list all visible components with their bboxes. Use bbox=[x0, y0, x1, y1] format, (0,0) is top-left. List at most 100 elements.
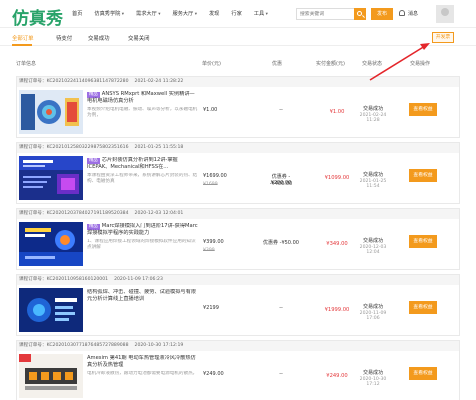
course-title[interactable]: Amesim 第41期 电动车热管理液冷风冷散热仿真分析及热管理 bbox=[87, 355, 199, 369]
course-thumbnail[interactable] bbox=[19, 90, 83, 134]
status-date: 2020-11-09 17:06 bbox=[359, 311, 387, 321]
order-time: 2021-02-24 11:28:22 bbox=[134, 79, 184, 84]
view-rights-button[interactable]: 查看权益 bbox=[409, 103, 437, 116]
col-operation: 交易操作 bbox=[410, 61, 431, 67]
table-header: 订单信息 单价(元) 优惠 实付金额(元) 交易状态 交易操作 bbox=[16, 58, 460, 68]
status-text: 交易成功 bbox=[362, 238, 383, 244]
original-price: ¥399 bbox=[203, 248, 215, 253]
unit-price: ¥249.00 bbox=[203, 371, 224, 377]
paid-amount: ¥249.00 bbox=[326, 373, 348, 379]
col-unit-price: 单价(元) bbox=[202, 61, 221, 67]
nav-home[interactable]: 首页 bbox=[72, 10, 82, 17]
order-head: 课程订单号：KC20210224114096381147872280 2021-0… bbox=[17, 77, 459, 87]
status-text: 交易成功 bbox=[362, 106, 383, 112]
search-button[interactable] bbox=[354, 8, 366, 20]
nav-service-hall[interactable]: 服务大厅 bbox=[173, 10, 197, 17]
tab-all-orders[interactable]: 全部订单 bbox=[12, 34, 34, 42]
status-text: 交易成功 bbox=[362, 370, 383, 376]
unit-price: ¥1.00 bbox=[203, 107, 218, 113]
user-avatar[interactable] bbox=[436, 5, 454, 23]
order-row: 课程订单号：KC20201203784027191189520384 2020-1… bbox=[16, 208, 460, 270]
search-input[interactable] bbox=[297, 9, 359, 19]
course-info: 精品 芯片封装仿真分析讲到12讲-掌握ICEPAK、Mechanical和HFSS… bbox=[87, 157, 199, 191]
status-date: 2020-12-03 12:04 bbox=[359, 245, 387, 255]
discount-extra: -¥400.00 bbox=[269, 181, 293, 187]
order-time: 2020-11-09 17:06:23 bbox=[114, 277, 163, 282]
order-head: 课程订单号：KC2020110958160120001 2020-11-09 17… bbox=[17, 275, 459, 285]
paid-amount: ¥1999.00 bbox=[324, 307, 350, 313]
order-head: 课程订单号：KC20201030771876485727889088 2020-1… bbox=[17, 341, 459, 351]
invoice-button[interactable]: 开发票 bbox=[432, 32, 454, 43]
view-rights-button[interactable]: 查看权益 bbox=[409, 301, 437, 314]
unit-price: ¥1699.00 bbox=[203, 173, 227, 179]
status-date: 2020-10-30 17:12 bbox=[359, 377, 387, 387]
status-text: 交易成功 bbox=[362, 304, 383, 310]
view-rights-button[interactable]: 查看权益 bbox=[409, 169, 437, 182]
main-nav: 首页 仿真秀学院 需求大厅 服务大厅 发现 行家 工具 bbox=[72, 10, 280, 17]
paid-amount: ¥1.00 bbox=[329, 109, 345, 115]
tab-pending-payment[interactable]: 待支付 bbox=[56, 34, 72, 42]
course-thumbnail[interactable] bbox=[19, 354, 83, 398]
nav-academy[interactable]: 仿真秀学院 bbox=[94, 10, 124, 17]
unit-price: ¥2199 bbox=[203, 305, 219, 311]
course-desc: 1、课程应用焊接工程领域的焊接模拟软件应用的知识点讲解 bbox=[87, 239, 196, 250]
course-info: 结构弧焊、冲击、碰撞、疲劳、试验模拟与有限元分析计算线上直播培训 bbox=[87, 289, 199, 323]
course-thumbnail[interactable] bbox=[19, 156, 83, 200]
course-info: 精品 Marc焊接模拟入门到进阶17讲-获得Marc焊接模拟学程序的实践能力 1、… bbox=[87, 223, 199, 257]
order-head: 课程订单号：KC20201203784027191189520384 2020-1… bbox=[17, 209, 459, 219]
nav-demand-hall[interactable]: 需求大厅 bbox=[136, 10, 160, 17]
active-tab-indicator bbox=[12, 44, 32, 46]
order-number: 课程订单号：KC20201203784027191189520384 bbox=[19, 211, 129, 216]
site-logo[interactable]: 仿真秀 bbox=[12, 4, 63, 29]
col-paid: 实付金额(元) bbox=[316, 61, 345, 67]
top-header: 仿真秀 首页 仿真秀学院 需求大厅 服务大厅 发现 行家 工具 发布 消息 bbox=[0, 0, 476, 29]
nav-experts[interactable]: 行家 bbox=[231, 10, 241, 17]
course-desc: 电机冷却液散热，跟动力电池都需要电源电机的散热， bbox=[87, 371, 198, 376]
order-time: 2020-10-30 17:12:19 bbox=[134, 343, 184, 348]
status-text: 交易成功 bbox=[362, 172, 383, 178]
course-info: 精品 ANSYS RMxprt 和Maxwell 实例精讲—电机电磁场仿真分析 本… bbox=[87, 91, 199, 125]
view-rights-button[interactable]: 查看权益 bbox=[409, 235, 437, 248]
nav-tools[interactable]: 工具 bbox=[254, 10, 268, 17]
status-date: 2021-01-25 11:54 bbox=[359, 179, 387, 189]
search-icon bbox=[357, 11, 362, 16]
order-row: 课程订单号：KC20210224114096381147872280 2021-0… bbox=[16, 76, 460, 138]
course-thumbnail[interactable] bbox=[19, 222, 83, 266]
paid-amount: ¥349.00 bbox=[326, 241, 348, 247]
discount: -- bbox=[279, 305, 283, 311]
discount: -- bbox=[279, 107, 283, 113]
discount: -- bbox=[279, 371, 283, 377]
order-number: 课程订单号：KC20210224114096381147872280 bbox=[19, 79, 129, 84]
course-title[interactable]: 精品 芯片封装仿真分析讲到12讲-掌握ICEPAK、Mechanical和HFSS… bbox=[87, 157, 199, 171]
order-time: 2021-01-25 11:55:18 bbox=[134, 145, 184, 150]
course-thumbnail[interactable] bbox=[19, 288, 83, 332]
tab-completed[interactable]: 交易成功 bbox=[88, 34, 110, 42]
nav-discover[interactable]: 发现 bbox=[209, 10, 219, 17]
release-button[interactable]: 发布 bbox=[371, 8, 393, 20]
discount: 优惠券 -¥50.00 bbox=[263, 240, 299, 246]
paid-amount: ¥1099.00 bbox=[324, 175, 350, 181]
order-row: 课程订单号：KC20201030771876485727889088 2020-1… bbox=[16, 340, 460, 400]
unit-price: ¥399.00 bbox=[203, 239, 224, 245]
bell-icon[interactable] bbox=[399, 10, 405, 16]
original-price: ¥1699 bbox=[203, 182, 218, 187]
tab-closed[interactable]: 交易关闭 bbox=[128, 34, 150, 42]
course-info: Amesim 第41期 电动车热管理液冷风冷散热仿真分析及热管理 电机冷却液散热… bbox=[87, 355, 199, 389]
status-date: 2021-02-24 11:28 bbox=[359, 113, 387, 123]
order-number: 课程订单号：KC20210125803229875802351616 bbox=[19, 145, 129, 150]
order-time: 2020-12-03 12:04:01 bbox=[134, 211, 184, 216]
order-row: 课程订单号：KC2020110958160120001 2020-11-09 17… bbox=[16, 274, 460, 336]
course-desc bbox=[87, 305, 199, 323]
order-row: 课程订单号：KC20210125803229875802351616 2021-0… bbox=[16, 142, 460, 204]
messages-link[interactable]: 消息 bbox=[408, 10, 418, 17]
course-title[interactable]: 精品 Marc焊接模拟入门到进阶17讲-获得Marc焊接模拟学程序的实践能力 bbox=[87, 223, 199, 237]
col-order-info: 订单信息 bbox=[16, 61, 37, 67]
order-number: 课程订单号：KC20201030771876485727889088 bbox=[19, 343, 129, 348]
course-title[interactable]: 精品 ANSYS RMxprt 和Maxwell 实例精讲—电机电磁场仿真分析 bbox=[87, 91, 199, 105]
course-desc: 本课程由资深工程师带来，系统讲解芯片封装的热、结构、电磁仿真 bbox=[87, 173, 198, 184]
order-tabs: 全部订单 待支付 交易成功 交易关闭 bbox=[0, 30, 476, 46]
col-status: 交易状态 bbox=[362, 61, 383, 67]
course-title[interactable]: 结构弧焊、冲击、碰撞、疲劳、试验模拟与有限元分析计算线上直播培训 bbox=[87, 289, 199, 303]
order-number: 课程订单号：KC2020110958160120001 bbox=[19, 277, 109, 282]
view-rights-button[interactable]: 查看权益 bbox=[409, 367, 437, 380]
